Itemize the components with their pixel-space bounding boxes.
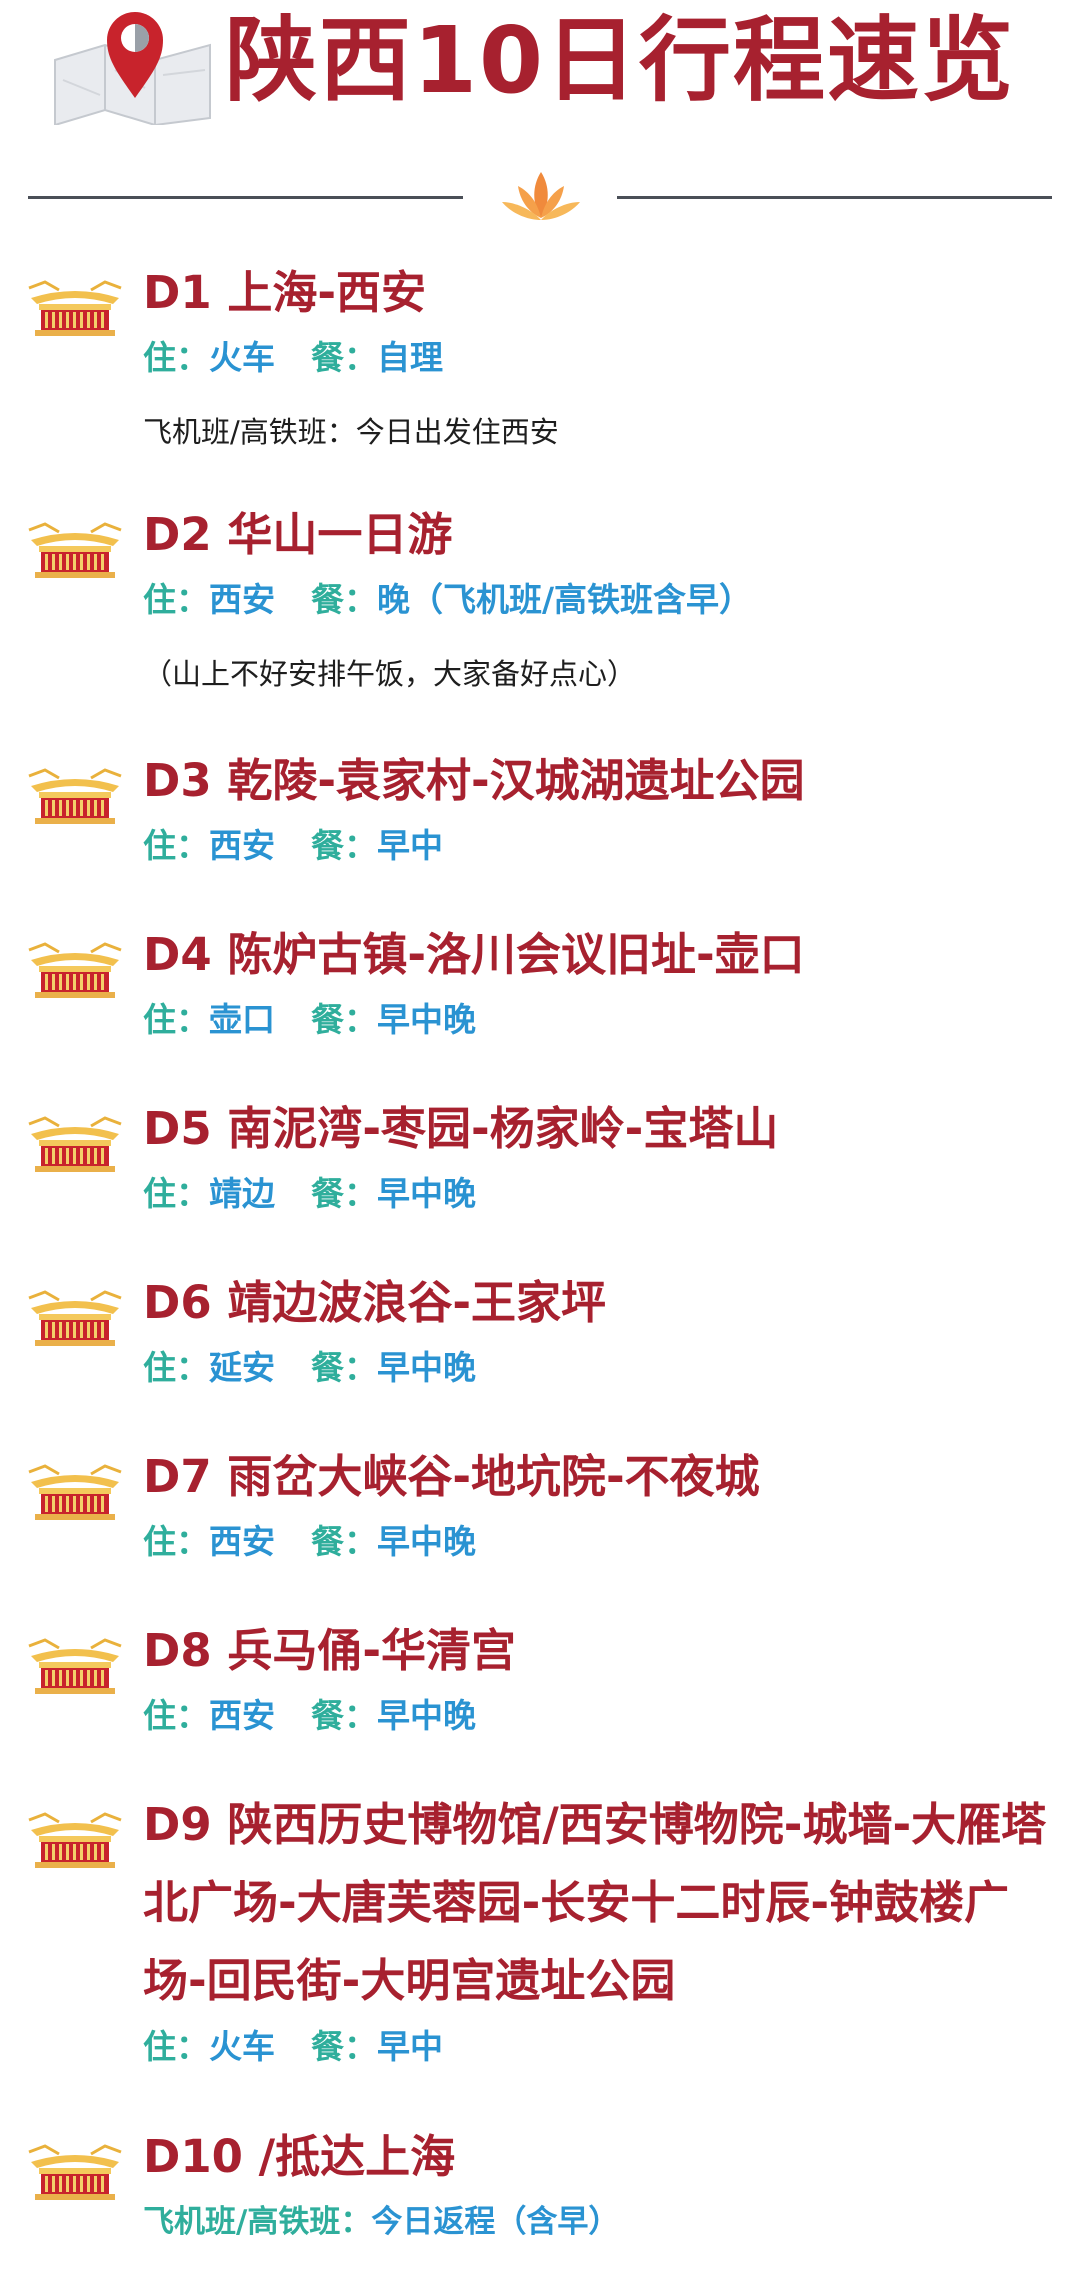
meal-label: 餐： [311,338,377,377]
gate-icon [25,938,125,1002]
gate-icon [25,2140,125,2204]
meal-label: 餐： [311,1000,377,1039]
stay-meal-line: 住：火车 餐：自理 [143,336,443,380]
gate-icon [25,276,125,340]
meal-label: 餐： [311,1522,377,1561]
meal-label: 餐： [311,580,377,619]
stay-value: 西安 [209,580,275,619]
return-value: 今日返程（含早） [371,2204,620,2240]
stay-value: 火车 [209,2027,275,2066]
stay-label: 住： [143,1696,209,1735]
day-title: D3 乾陵-袁家村-汉城湖遗址公园 [143,754,805,807]
stay-label: 住： [143,338,209,377]
day-title: D4 陈炉古镇-洛川会议旧址-壶口 [143,928,805,981]
gate-icon [25,1808,125,1872]
gate-icon [25,1460,125,1524]
stay-meal-line: 住：西安 餐：晚（飞机班/高铁班含早） [143,578,752,622]
day-note: （山上不好安排午饭，大家备好点心） [143,657,637,691]
header: 陕西10日行程速览 [0,0,1080,160]
stay-meal-line: 住：西安 餐：早中晚 [143,1694,476,1738]
stay-label: 住： [143,1348,209,1387]
stay-meal-line: 住：壶口 餐：早中晚 [143,998,476,1042]
lotus-icon [502,172,580,220]
stay-value: 西安 [209,1696,275,1735]
day-note: 飞机班/高铁班：今日出发住西安 [143,415,559,449]
gate-icon [25,1112,125,1176]
page-title: 陕西10日行程速览 [225,7,1016,114]
meal-value: 晚（飞机班/高铁班含早） [377,580,753,619]
stay-label: 住： [143,2027,209,2066]
meal-label: 餐： [311,826,377,865]
day-title: D10 /抵达上海 [143,2130,456,2183]
meal-value: 早中晚 [377,1696,476,1735]
stay-value: 靖边 [209,1174,275,1213]
stay-meal-line: 住：西安 餐：早中 [143,824,443,868]
stay-label: 住： [143,826,209,865]
meal-label: 餐： [311,1348,377,1387]
stay-label: 住： [143,580,209,619]
day-title: D7 雨岔大峡谷-地坑院-不夜城 [143,1450,760,1503]
divider-left [28,196,463,199]
gate-icon [25,1286,125,1350]
meal-value: 早中晚 [377,1522,476,1561]
meal-value: 自理 [377,338,443,377]
return-line: 飞机班/高铁班：今日返程（含早） [143,2200,619,2244]
day-title: D2 华山一日游 [143,508,453,561]
meal-value: 早中晚 [377,1000,476,1039]
day-title: D6 靖边波浪谷-王家坪 [143,1276,607,1329]
meal-value: 早中 [377,2027,443,2066]
day-title: D9 陕西历史博物馆/西安博物院-城墙-大雁塔北广场-大唐芙蓉园-长安十二时辰-… [143,1798,1047,2007]
meal-label: 餐： [311,2027,377,2066]
return-label: 飞机班/高铁班： [143,2204,372,2240]
stay-value: 延安 [209,1348,275,1387]
stay-value: 西安 [209,1522,275,1561]
stay-value: 西安 [209,826,275,865]
stay-label: 住： [143,1000,209,1039]
gate-icon [25,1634,125,1698]
divider-right [617,196,1052,199]
gate-icon [25,518,125,582]
stay-label: 住： [143,1174,209,1213]
stay-value: 火车 [209,338,275,377]
stay-label: 住： [143,1522,209,1561]
gate-icon [25,764,125,828]
stay-meal-line: 住：延安 餐：早中晚 [143,1346,476,1390]
stay-value: 壶口 [209,1000,275,1039]
meal-label: 餐： [311,1174,377,1213]
stay-meal-line: 住：靖边 餐：早中晚 [143,1172,476,1216]
meal-label: 餐： [311,1696,377,1735]
day-title: D1 上海-西安 [143,266,427,319]
map-pin-icon [54,12,211,125]
day-title: D5 南泥湾-枣园-杨家岭-宝塔山 [143,1102,779,1155]
meal-value: 早中晚 [377,1174,476,1213]
meal-value: 早中 [377,826,443,865]
stay-meal-line: 住：火车 餐：早中 [143,2025,443,2069]
meal-value: 早中晚 [377,1348,476,1387]
day-title: D8 兵马俑-华清宫 [143,1624,517,1677]
stay-meal-line: 住：西安 餐：早中晚 [143,1520,476,1564]
